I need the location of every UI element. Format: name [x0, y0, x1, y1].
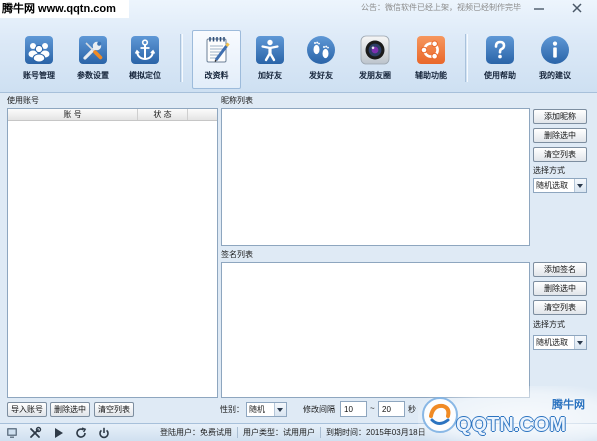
add-nickname-button[interactable]: 添加昵称 — [533, 109, 587, 124]
clear-nickname-button[interactable]: 清空列表 — [533, 147, 587, 162]
toolbar-item-simulated-location[interactable]: 模拟定位 — [120, 30, 170, 89]
gender-label: 性别： — [220, 405, 244, 414]
play-icon[interactable] — [51, 426, 65, 440]
signature-textarea[interactable] — [221, 262, 530, 398]
help-icon — [485, 35, 515, 65]
toolbar-label: 使用帮助 — [484, 71, 516, 80]
toolbar-item-suggestions[interactable]: 我的建议 — [530, 30, 580, 89]
interval-unit: 秒 — [408, 405, 416, 414]
toolbar-label: 账号管理 — [23, 71, 55, 80]
user-type-text: 用户类型：试用用户 — [243, 428, 315, 437]
power-icon[interactable] — [97, 426, 111, 440]
chevron-down-icon[interactable] — [274, 403, 286, 416]
info-icon — [540, 35, 570, 65]
signature-list-label: 签名列表 — [221, 250, 253, 259]
tools-icon[interactable] — [28, 426, 42, 440]
toolbar-item-edit-profile[interactable]: 改资料 — [192, 30, 241, 89]
column-header-account[interactable]: 账 号 — [8, 109, 138, 120]
person-icon — [255, 35, 285, 65]
add-signature-button[interactable]: 添加签名 — [533, 262, 587, 277]
minimize-icon — [534, 7, 544, 10]
toolbar-label: 发朋友圈 — [359, 71, 391, 80]
expiry-text: 到期时间：2015年03月18日 — [326, 428, 426, 437]
toolbar-label: 模拟定位 — [129, 71, 161, 80]
toolbar-separator — [180, 34, 183, 82]
gender-select[interactable]: 随机 — [246, 402, 287, 417]
import-accounts-button[interactable]: 导入账号 — [7, 402, 47, 417]
clear-accounts-button[interactable]: 清空列表 — [94, 402, 134, 417]
ubuntu-icon — [416, 35, 446, 65]
toolbar-label: 发好友 — [309, 71, 333, 80]
nickname-list-label: 昵称列表 — [221, 96, 253, 105]
footprints-icon — [306, 35, 336, 65]
nickname-mode-value: 随机选取 — [536, 181, 568, 190]
login-user-text: 登陆用户：免费试用 — [160, 428, 232, 437]
toolbar-item-account-management[interactable]: 账号管理 — [14, 30, 64, 89]
nickname-textarea[interactable] — [221, 108, 530, 246]
toolbar-label: 我的建议 — [539, 71, 571, 80]
close-button[interactable] — [563, 0, 591, 15]
toolbar-item-auxiliary-functions[interactable]: 辅助功能 — [406, 30, 456, 89]
delete-selected-accounts-button[interactable]: 删除选中 — [50, 402, 90, 417]
accounts-list-header: 账 号 状 态 — [8, 109, 217, 121]
signature-mode-label: 选择方式 — [533, 320, 565, 329]
anchor-icon — [130, 35, 160, 65]
interval-min-input[interactable] — [340, 401, 367, 417]
signature-mode-value: 随机选取 — [536, 338, 568, 347]
clear-signature-button[interactable]: 清空列表 — [533, 300, 587, 315]
chevron-down-icon[interactable] — [574, 336, 586, 349]
toolbar-item-post-moments[interactable]: 发朋友圈 — [350, 30, 400, 89]
toolbar-label: 加好友 — [258, 71, 282, 80]
status-bar: 登陆用户：免费试用 用户类型：试用用户 到期时间：2015年03月18日 — [0, 423, 597, 441]
device-icon[interactable] — [5, 426, 19, 440]
accounts-list[interactable]: 账 号 状 态 — [7, 108, 218, 398]
delete-selected-nickname-button[interactable]: 删除选中 — [533, 128, 587, 143]
toolbar-separator — [465, 34, 468, 82]
toolbar-label: 辅助功能 — [415, 71, 447, 80]
toolbar-item-help[interactable]: 使用帮助 — [475, 30, 525, 89]
close-icon — [572, 2, 582, 13]
accounts-label: 使用账号 — [7, 96, 39, 105]
minimize-button[interactable] — [527, 0, 551, 15]
camera-icon — [360, 35, 390, 65]
status-info: 登陆用户：免费试用 用户类型：试用用户 到期时间：2015年03月18日 — [160, 424, 426, 441]
signature-mode-select[interactable]: 随机选取 — [533, 335, 587, 350]
toolbar-label: 参数设置 — [77, 71, 109, 80]
toolbar-item-send-friends[interactable]: 发好友 — [296, 30, 346, 89]
toolbar-item-parameter-settings[interactable]: 参数设置 — [68, 30, 118, 89]
announcement-text: 公告：微信软件已经上架，视频已经制作完毕 — [361, 3, 521, 12]
site-watermark: 腾牛网 www.qqtn.com — [0, 0, 129, 18]
interval-max-input[interactable] — [378, 401, 405, 417]
nickname-mode-label: 选择方式 — [533, 166, 565, 175]
watermark-brand: 腾牛网 — [552, 399, 585, 411]
wrench-icon — [78, 35, 108, 65]
status-separator — [320, 427, 321, 438]
delete-selected-signature-button[interactable]: 删除选中 — [533, 281, 587, 296]
refresh-icon[interactable] — [74, 426, 88, 440]
chevron-down-icon[interactable] — [574, 179, 586, 192]
gender-value: 随机 — [249, 405, 265, 414]
users-icon — [24, 35, 54, 65]
interval-label: 修改间隔 — [303, 405, 335, 414]
toolbar-item-add-friends[interactable]: 加好友 — [245, 30, 295, 89]
nickname-mode-select[interactable]: 随机选取 — [533, 178, 587, 193]
status-separator — [237, 427, 238, 438]
toolbar-label: 改资料 — [204, 71, 229, 80]
interval-separator: ~ — [370, 404, 375, 413]
notepad-icon — [202, 35, 232, 65]
column-header-status[interactable]: 状 态 — [138, 109, 188, 120]
